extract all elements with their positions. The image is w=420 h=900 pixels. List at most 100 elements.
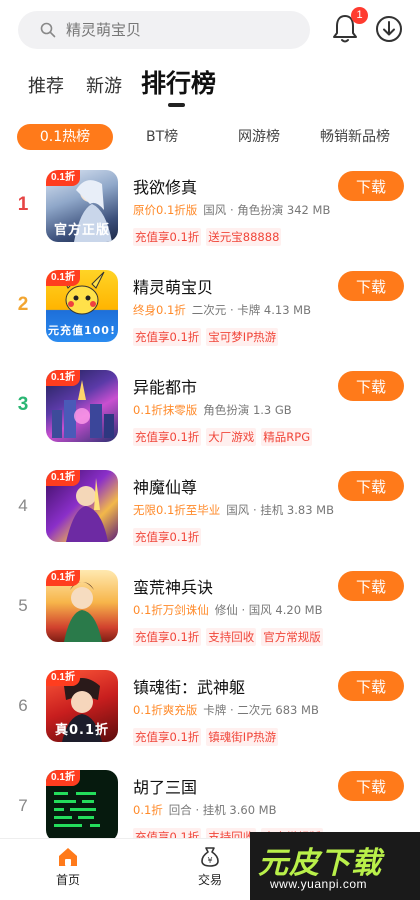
- list-item[interactable]: 3 0.1折 异能都市 0.1折抹零版 角色扮演 1.3 GB 充值享0.1折 大厂…: [0, 360, 420, 460]
- game-name[interactable]: 镇魂街：武神躯: [133, 674, 245, 698]
- game-name[interactable]: 精灵萌宝贝: [133, 274, 213, 298]
- tag-list: 充值享0.1折 送元宝88888: [133, 226, 286, 246]
- active-tab-indicator: [168, 103, 185, 107]
- rank-number: 6: [18, 696, 28, 715]
- game-meta: 终身0.1折 二次元 · 卡牌 4.13 MB: [133, 302, 311, 318]
- tag: 支持回收: [206, 628, 257, 646]
- discount-badge: 0.1折: [46, 270, 80, 286]
- tab-rankings[interactable]: 排行榜: [141, 64, 216, 100]
- watermark-url: www.yuanpi.com: [270, 877, 368, 891]
- nav-home[interactable]: 首页: [38, 845, 98, 888]
- game-icon[interactable]: 0.1折 真0.1折: [46, 670, 118, 742]
- trade-icon: ¥: [201, 847, 219, 867]
- discount-badge: 0.1折: [46, 570, 80, 586]
- rank-number: 7: [18, 796, 28, 815]
- home-icon: [59, 848, 77, 866]
- tag: 镇魂街IP热游: [206, 728, 279, 746]
- tab-recommend[interactable]: 推荐: [28, 72, 64, 98]
- game-icon[interactable]: 0.1折: [46, 570, 118, 642]
- game-icon[interactable]: 0.1折 官方正版: [46, 170, 118, 242]
- promo-text: 终身0.1折: [133, 303, 186, 317]
- subtab-bt[interactable]: BT榜: [146, 124, 178, 150]
- tag: 充值享0.1折: [133, 728, 202, 746]
- tab-new-games[interactable]: 新游: [86, 72, 122, 98]
- download-button[interactable]: 下载: [338, 271, 404, 301]
- discount-badge: 0.1折: [46, 470, 80, 486]
- genre-size: 卡牌 · 二次元 683 MB: [203, 703, 319, 717]
- download-manager-icon[interactable]: [375, 15, 403, 43]
- tag-list: 充值享0.1折 宝可梦IP热游: [133, 326, 283, 346]
- download-button[interactable]: 下载: [338, 771, 404, 801]
- list-item[interactable]: 6 0.1折 真0.1折 镇魂街：武神躯 0.1折爽充版 卡牌 · 二次元 683…: [0, 660, 420, 760]
- notification-badge: 1: [351, 7, 368, 24]
- main-tabs: 推荐 新游 排行榜: [0, 62, 420, 112]
- tag-list: 充值享0.1折支持回收官方常规版: [133, 626, 328, 646]
- download-button[interactable]: 下载: [338, 371, 404, 401]
- tag: 精品RPG: [261, 428, 313, 446]
- thumb-caption: 官方正版: [53, 223, 110, 238]
- game-name[interactable]: 神魔仙尊: [133, 474, 197, 498]
- download-button[interactable]: 下载: [338, 571, 404, 601]
- discount-badge: 0.1折: [46, 770, 80, 786]
- game-icon[interactable]: 0.1折: [46, 470, 118, 542]
- search-icon: [40, 22, 56, 38]
- subtab-bestseller-new[interactable]: 畅销新品榜: [320, 124, 390, 150]
- tag: 送元宝88888: [206, 228, 282, 246]
- rank-number: 5: [18, 596, 28, 615]
- search-input[interactable]: [66, 11, 296, 49]
- discount-badge: 0.1折: [46, 670, 80, 686]
- promo-text: 原价0.1折版: [133, 203, 198, 217]
- tag: 大厂游戏: [206, 428, 257, 446]
- game-name[interactable]: 胡了三国: [133, 774, 197, 798]
- rank-number: 1: [17, 194, 29, 215]
- download-button[interactable]: 下载: [338, 671, 404, 701]
- promo-text: 0.1折抹零版: [133, 403, 198, 417]
- tag-list: 充值享0.1折 大厂游戏 精品RPG: [133, 426, 317, 446]
- list-item[interactable]: 2 0.1折 元充值100! 精灵萌宝贝 终身0.1折 二次元 · 卡牌 4.13…: [0, 260, 420, 360]
- search-bar[interactable]: [18, 11, 310, 49]
- subtab-hot-01[interactable]: 0.1热榜: [17, 124, 113, 150]
- tag: 充值享0.1折: [133, 228, 202, 246]
- genre-size: 修仙 · 国风 4.20 MB: [214, 603, 323, 617]
- rank-number: 4: [18, 496, 28, 515]
- download-button[interactable]: 下载: [338, 471, 404, 501]
- genre-size: 国风 · 角色扮演 342 MB: [203, 203, 331, 217]
- tag: 充值享0.1折: [133, 528, 202, 546]
- download-button[interactable]: 下载: [338, 171, 404, 201]
- discount-badge: 0.1折: [46, 370, 80, 386]
- tag-list: 充值享0.1折: [133, 526, 206, 546]
- list-item[interactable]: 5 0.1折 蛮荒神兵诀 0.1折万剑诛仙 修仙 · 国风 4.20 MB 充值享…: [0, 560, 420, 660]
- game-name[interactable]: 我欲修真: [133, 174, 197, 198]
- tag: 宝可梦IP热游: [206, 328, 279, 346]
- promo-text: 0.1折爽充版: [133, 703, 198, 717]
- nav-trade[interactable]: ¥ 交易: [180, 845, 240, 888]
- watermark: 元皮下载 www.yuanpi.com: [250, 832, 420, 900]
- promo-text: 0.1折万剑诛仙: [133, 603, 209, 617]
- ranking-sub-tabs: 0.1热榜 BT榜 网游榜 畅销新品榜: [0, 120, 420, 152]
- discount-badge: 0.1折: [46, 170, 80, 186]
- list-item[interactable]: 4 0.1折 神魔仙尊 无限0.1折至毕业 国风 · 挂机 3.83 MB 充值享…: [0, 460, 420, 560]
- game-icon[interactable]: 0.1折: [46, 370, 118, 442]
- game-name[interactable]: 异能都市: [133, 374, 197, 398]
- thumb-caption: 元充值100!: [48, 324, 116, 337]
- game-meta: 无限0.1折至毕业 国风 · 挂机 3.83 MB: [133, 502, 334, 518]
- game-meta: 0.1折爽充版 卡牌 · 二次元 683 MB: [133, 702, 319, 718]
- genre-size: 回合 · 挂机 3.60 MB: [168, 803, 277, 817]
- game-icon[interactable]: 0.1折 元充值100!: [46, 270, 118, 342]
- nav-home-label: 首页: [55, 873, 80, 887]
- watermark-logo: 元皮下载: [258, 846, 382, 881]
- tag: 充值享0.1折: [133, 628, 202, 646]
- svg-text:¥: ¥: [207, 856, 212, 865]
- game-meta: 0.1折万剑诛仙 修仙 · 国风 4.20 MB: [133, 602, 323, 618]
- tag: 充值享0.1折: [133, 428, 202, 446]
- game-meta: 0.1折抹零版 角色扮演 1.3 GB: [133, 402, 292, 418]
- tag: 官方常规版: [261, 628, 323, 646]
- subtab-online[interactable]: 网游榜: [238, 124, 280, 150]
- tag: 充值享0.1折: [133, 328, 202, 346]
- rank-number: 3: [17, 394, 29, 415]
- game-meta: 0.1折 回合 · 挂机 3.60 MB: [133, 802, 277, 818]
- list-item[interactable]: 1 0.1折 官方正版 我欲修真 原价0.1折版 国风 · 角色扮演 342 MB…: [0, 160, 420, 260]
- game-icon[interactable]: 0.1折: [46, 770, 118, 842]
- tag-list: 充值享0.1折 镇魂街IP热游: [133, 726, 283, 746]
- game-name[interactable]: 蛮荒神兵诀: [133, 574, 213, 598]
